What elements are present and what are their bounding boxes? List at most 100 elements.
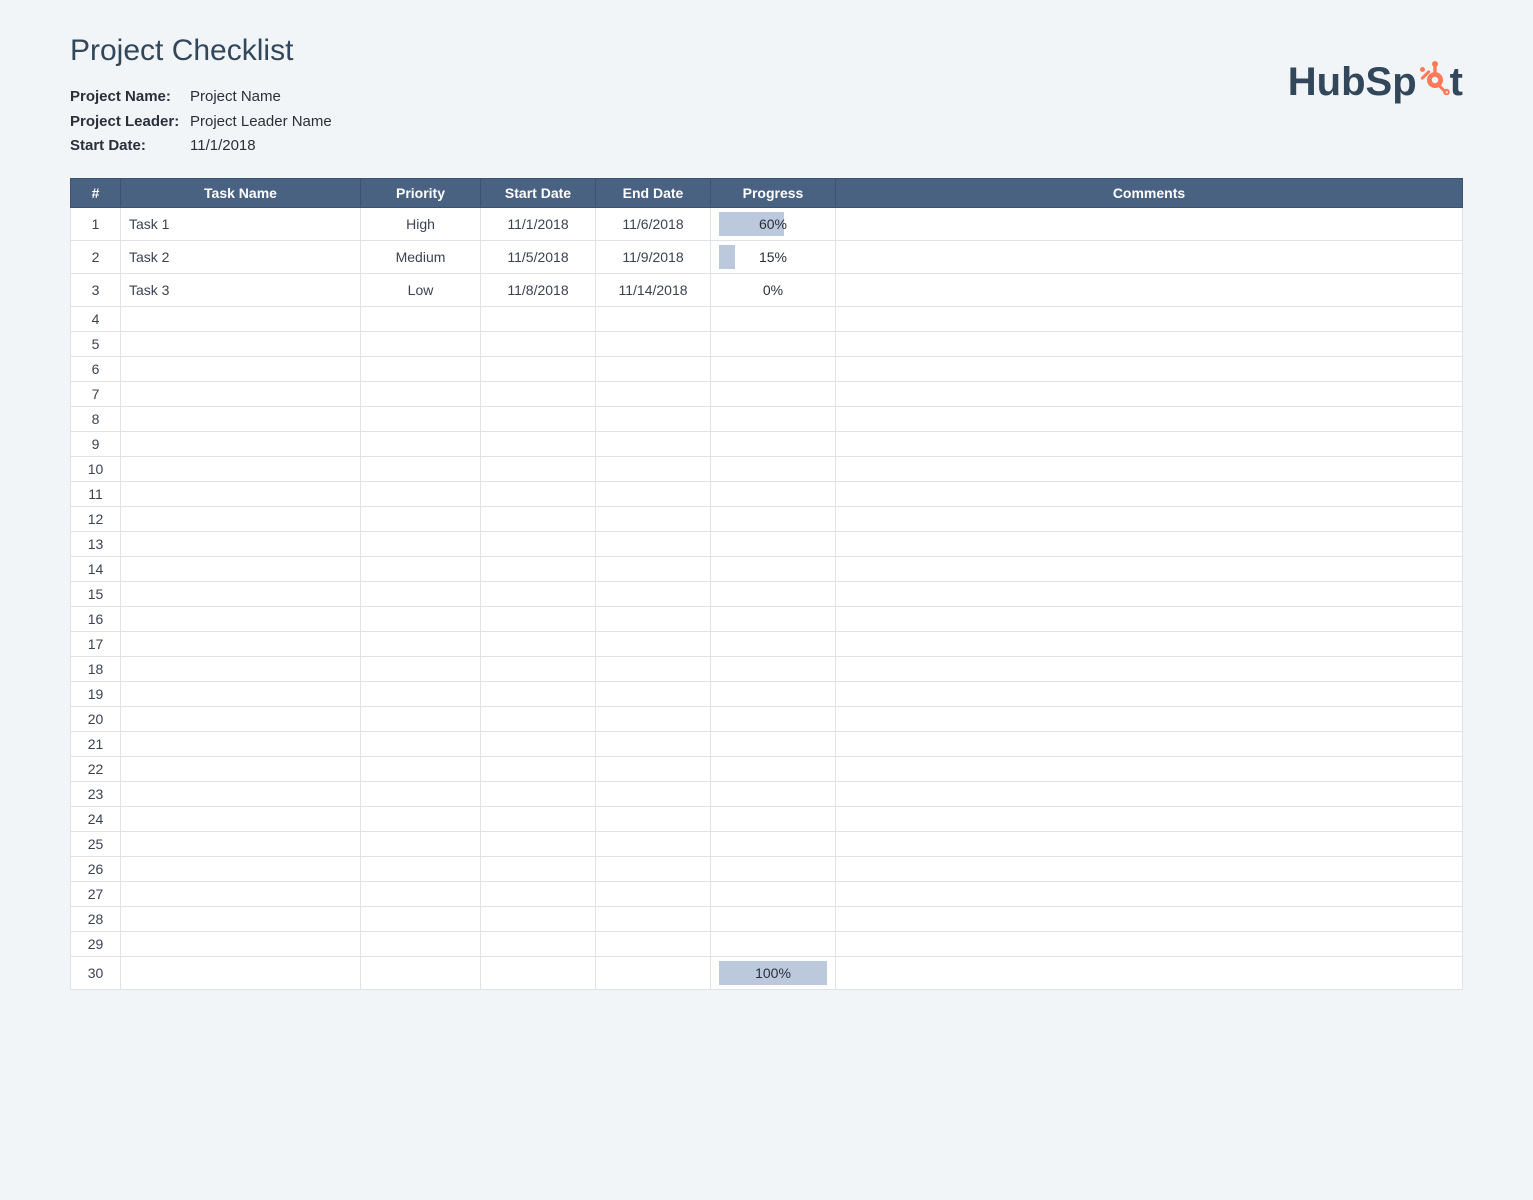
cell-comments[interactable] <box>836 431 1463 456</box>
cell-task[interactable] <box>121 456 361 481</box>
cell-task[interactable] <box>121 656 361 681</box>
cell-priority[interactable] <box>361 906 481 931</box>
cell-task[interactable] <box>121 806 361 831</box>
cell-task[interactable]: Task 2 <box>121 240 361 273</box>
cell-priority[interactable] <box>361 806 481 831</box>
cell-progress[interactable] <box>711 331 836 356</box>
cell-end-date[interactable]: 11/14/2018 <box>596 273 711 306</box>
cell-progress[interactable] <box>711 906 836 931</box>
cell-priority[interactable] <box>361 731 481 756</box>
cell-comments[interactable] <box>836 581 1463 606</box>
cell-task[interactable]: Task 1 <box>121 207 361 240</box>
cell-priority[interactable] <box>361 781 481 806</box>
cell-end-date[interactable] <box>596 531 711 556</box>
cell-priority[interactable] <box>361 856 481 881</box>
cell-start-date[interactable]: 11/5/2018 <box>481 240 596 273</box>
cell-start-date[interactable] <box>481 406 596 431</box>
cell-task[interactable] <box>121 681 361 706</box>
meta-value[interactable]: Project Name <box>190 86 281 109</box>
cell-progress[interactable] <box>711 706 836 731</box>
cell-comments[interactable] <box>836 931 1463 956</box>
cell-progress[interactable] <box>711 606 836 631</box>
cell-comments[interactable] <box>836 781 1463 806</box>
cell-task[interactable] <box>121 756 361 781</box>
cell-task[interactable] <box>121 881 361 906</box>
cell-comments[interactable] <box>836 806 1463 831</box>
cell-priority[interactable] <box>361 706 481 731</box>
cell-comments[interactable] <box>836 331 1463 356</box>
cell-end-date[interactable] <box>596 556 711 581</box>
cell-priority[interactable] <box>361 656 481 681</box>
cell-task[interactable] <box>121 631 361 656</box>
cell-start-date[interactable] <box>481 456 596 481</box>
cell-priority[interactable] <box>361 406 481 431</box>
cell-end-date[interactable] <box>596 481 711 506</box>
cell-comments[interactable] <box>836 656 1463 681</box>
cell-comments[interactable] <box>836 531 1463 556</box>
cell-priority[interactable] <box>361 506 481 531</box>
cell-task[interactable] <box>121 481 361 506</box>
cell-end-date[interactable] <box>596 806 711 831</box>
cell-priority[interactable] <box>361 956 481 989</box>
cell-start-date[interactable] <box>481 381 596 406</box>
cell-priority[interactable]: Low <box>361 273 481 306</box>
cell-priority[interactable] <box>361 556 481 581</box>
cell-priority[interactable] <box>361 606 481 631</box>
cell-start-date[interactable] <box>481 731 596 756</box>
cell-task[interactable] <box>121 406 361 431</box>
cell-end-date[interactable] <box>596 431 711 456</box>
cell-priority[interactable] <box>361 356 481 381</box>
cell-comments[interactable] <box>836 356 1463 381</box>
cell-task[interactable]: Task 3 <box>121 273 361 306</box>
cell-comments[interactable] <box>836 631 1463 656</box>
cell-task[interactable] <box>121 931 361 956</box>
cell-start-date[interactable]: 11/1/2018 <box>481 207 596 240</box>
cell-end-date[interactable] <box>596 831 711 856</box>
cell-progress[interactable] <box>711 356 836 381</box>
cell-task[interactable] <box>121 781 361 806</box>
cell-start-date[interactable] <box>481 631 596 656</box>
cell-comments[interactable] <box>836 306 1463 331</box>
cell-start-date[interactable] <box>481 506 596 531</box>
cell-start-date[interactable] <box>481 356 596 381</box>
cell-start-date[interactable] <box>481 881 596 906</box>
cell-task[interactable] <box>121 431 361 456</box>
cell-priority[interactable] <box>361 431 481 456</box>
cell-end-date[interactable] <box>596 756 711 781</box>
cell-task[interactable] <box>121 506 361 531</box>
cell-progress[interactable] <box>711 656 836 681</box>
cell-start-date[interactable]: 11/8/2018 <box>481 273 596 306</box>
cell-end-date[interactable] <box>596 506 711 531</box>
cell-progress[interactable] <box>711 831 836 856</box>
cell-priority[interactable] <box>361 681 481 706</box>
cell-comments[interactable] <box>836 456 1463 481</box>
cell-task[interactable] <box>121 856 361 881</box>
cell-progress[interactable]: 60% <box>711 207 836 240</box>
cell-start-date[interactable] <box>481 956 596 989</box>
cell-progress[interactable] <box>711 381 836 406</box>
cell-progress[interactable] <box>711 731 836 756</box>
cell-start-date[interactable] <box>481 781 596 806</box>
cell-start-date[interactable] <box>481 656 596 681</box>
cell-priority[interactable] <box>361 831 481 856</box>
cell-start-date[interactable] <box>481 306 596 331</box>
cell-progress[interactable] <box>711 506 836 531</box>
cell-comments[interactable] <box>836 706 1463 731</box>
cell-progress[interactable] <box>711 406 836 431</box>
cell-progress[interactable]: 15% <box>711 240 836 273</box>
cell-priority[interactable] <box>361 331 481 356</box>
cell-comments[interactable] <box>836 481 1463 506</box>
cell-priority[interactable] <box>361 531 481 556</box>
cell-comments[interactable] <box>836 207 1463 240</box>
cell-end-date[interactable] <box>596 356 711 381</box>
cell-progress[interactable] <box>711 556 836 581</box>
cell-start-date[interactable] <box>481 906 596 931</box>
cell-progress[interactable] <box>711 781 836 806</box>
cell-progress[interactable] <box>711 931 836 956</box>
cell-priority[interactable] <box>361 381 481 406</box>
cell-end-date[interactable] <box>596 931 711 956</box>
cell-progress[interactable] <box>711 806 836 831</box>
cell-comments[interactable] <box>836 731 1463 756</box>
meta-value[interactable]: Project Leader Name <box>190 111 332 134</box>
cell-end-date[interactable] <box>596 456 711 481</box>
